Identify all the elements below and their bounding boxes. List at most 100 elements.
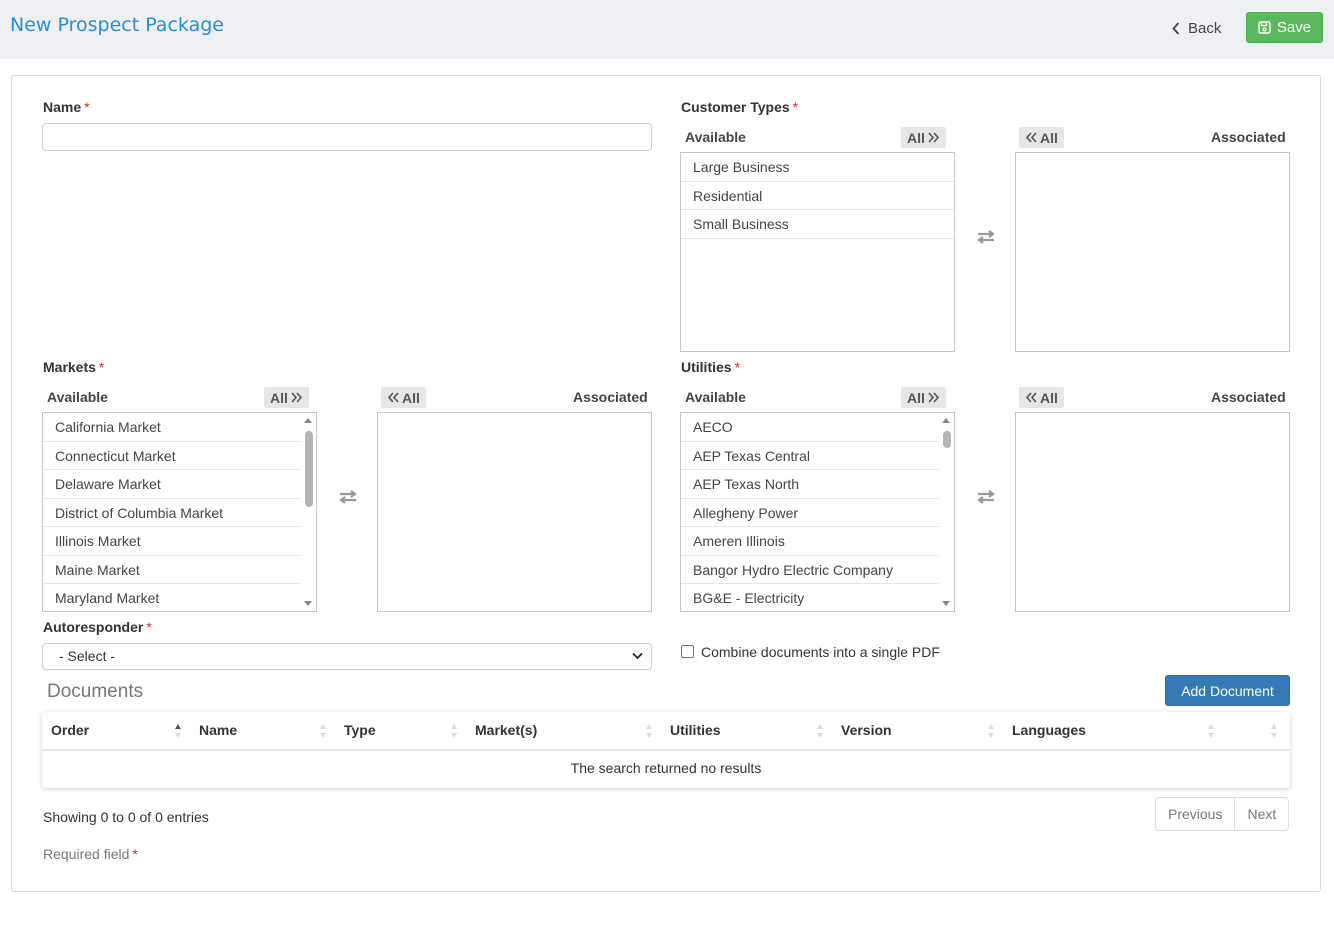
sort-icon[interactable]: [319, 723, 327, 739]
empty-table-message: The search returned no results: [570, 760, 762, 776]
list-item[interactable]: District of Columbia Market: [43, 499, 301, 527]
markets-associated-list[interactable]: [377, 412, 652, 612]
column-header-type[interactable]: Type: [344, 712, 376, 749]
save-label: Save: [1276, 19, 1312, 36]
next-page-button[interactable]: Next: [1234, 798, 1289, 830]
utilities-remove-all-button[interactable]: All: [1019, 387, 1064, 408]
previous-page-button[interactable]: Previous: [1156, 798, 1235, 830]
sort-icon[interactable]: [816, 723, 824, 739]
autoresponder-selected-value: - Select -: [59, 648, 116, 664]
scroll-down-arrow-icon[interactable]: [304, 601, 312, 606]
list-item[interactable]: Residential: [681, 182, 954, 210]
required-mark: *: [734, 359, 741, 375]
column-header-languages[interactable]: Languages: [1012, 712, 1086, 749]
list-item[interactable]: Connecticut Market: [43, 442, 301, 470]
column-header-order[interactable]: Order: [51, 712, 89, 749]
list-item[interactable]: Small Business: [681, 210, 954, 239]
list-item[interactable]: Large Business: [681, 153, 954, 182]
customer-types-available-label: Available: [685, 129, 746, 145]
double-chevron-left-icon: [387, 392, 399, 403]
list-item[interactable]: Maryland Market: [43, 584, 301, 611]
chevron-left-icon: [1172, 21, 1180, 35]
name-input[interactable]: [42, 123, 652, 151]
table-header-divider: [42, 749, 1290, 751]
customer-types-available-list[interactable]: Large Business Residential Small Busines…: [680, 152, 955, 352]
required-mark: *: [146, 619, 152, 635]
customer-types-associated-list[interactable]: [1015, 152, 1290, 352]
add-document-button[interactable]: Add Document: [1165, 675, 1290, 706]
save-button[interactable]: Save: [1246, 12, 1323, 43]
required-mark: *: [132, 846, 138, 862]
markets-label: Markets *: [43, 359, 105, 375]
required-mark: *: [98, 359, 105, 375]
floppy-disk-icon: [1258, 21, 1271, 34]
list-item[interactable]: California Market: [43, 413, 301, 442]
swap-arrows-icon[interactable]: [975, 489, 997, 505]
scroll-up-arrow-icon[interactable]: [942, 418, 950, 423]
sort-icon[interactable]: [1270, 723, 1278, 739]
list-item[interactable]: Bangor Hydro Electric Company: [681, 556, 939, 584]
swap-arrows-icon[interactable]: [337, 489, 359, 505]
sort-icon[interactable]: [450, 723, 458, 739]
page-title: New Prospect Package: [10, 14, 224, 36]
markets-available-list[interactable]: California Market Connecticut Market Del…: [42, 412, 317, 612]
scroll-up-arrow-icon[interactable]: [304, 418, 312, 423]
scrollbar-thumb[interactable]: [943, 431, 951, 448]
autoresponder-select[interactable]: - Select -: [42, 643, 652, 670]
list-item[interactable]: BG&E - Electricity: [681, 584, 939, 611]
required-mark: *: [84, 99, 90, 115]
double-chevron-right-icon: [928, 132, 939, 143]
customer-types-label: Customer Types *: [681, 99, 799, 115]
list-item[interactable]: AECO: [681, 413, 939, 442]
list-item[interactable]: Delaware Market: [43, 470, 301, 499]
table-info: Showing 0 to 0 of 0 entries: [43, 809, 209, 825]
double-chevron-left-icon: [1025, 132, 1037, 143]
column-header-name[interactable]: Name: [199, 712, 237, 749]
chevron-down-icon: [632, 652, 643, 660]
top-bar: New Prospect Package Back Save: [0, 0, 1334, 59]
scrollbar-thumb[interactable]: [305, 431, 313, 507]
list-item[interactable]: Maine Market: [43, 556, 301, 584]
scrollbar[interactable]: [301, 413, 316, 611]
name-label: Name *: [43, 99, 90, 115]
scroll-down-arrow-icon[interactable]: [942, 601, 950, 606]
column-header-version[interactable]: Version: [841, 712, 892, 749]
column-header-utilities[interactable]: Utilities: [670, 712, 721, 749]
markets-associated-label: Associated: [573, 389, 648, 405]
utilities-associated-list[interactable]: [1015, 412, 1290, 612]
back-button[interactable]: Back: [1166, 13, 1232, 43]
pagination: Previous Next: [1155, 797, 1290, 831]
list-item[interactable]: Ameren Illinois: [681, 527, 939, 556]
scrollbar[interactable]: [939, 413, 954, 611]
column-header-markets[interactable]: Market(s): [475, 712, 537, 749]
customer-types-associated-label: Associated: [1211, 129, 1286, 145]
back-label: Back: [1188, 19, 1222, 37]
list-item[interactable]: Allegheny Power: [681, 499, 939, 527]
swap-arrows-icon[interactable]: [975, 229, 997, 245]
list-item[interactable]: AEP Texas North: [681, 470, 939, 499]
combine-pdf-label: Combine documents into a single PDF: [701, 644, 940, 660]
documents-title: Documents: [47, 681, 144, 702]
list-item[interactable]: Illinois Market: [43, 527, 301, 556]
utilities-add-all-button[interactable]: All: [901, 387, 946, 408]
documents-table: Order Name Type Market(s) Utilities Vers…: [42, 712, 1290, 788]
sort-icon[interactable]: [1207, 723, 1215, 739]
sort-icon[interactable]: [645, 723, 653, 739]
list-item[interactable]: AEP Texas Central: [681, 442, 939, 470]
customer-types-remove-all-button[interactable]: All: [1019, 127, 1064, 148]
utilities-associated-label: Associated: [1211, 389, 1286, 405]
markets-remove-all-button[interactable]: All: [381, 387, 426, 408]
double-chevron-right-icon: [291, 392, 302, 403]
required-mark: *: [792, 99, 799, 115]
sort-ascending-icon[interactable]: [174, 723, 182, 739]
customer-types-add-all-button[interactable]: All: [901, 127, 946, 148]
utilities-label: Utilities *: [681, 359, 741, 375]
markets-add-all-button[interactable]: All: [264, 387, 309, 408]
combine-pdf-checkbox[interactable]: [681, 645, 694, 658]
utilities-available-list[interactable]: AECO AEP Texas Central AEP Texas North A…: [680, 412, 955, 612]
autoresponder-label: Autoresponder *: [43, 619, 152, 635]
required-field-note: Required field *: [43, 846, 138, 862]
sort-icon[interactable]: [987, 723, 995, 739]
double-chevron-left-icon: [1025, 392, 1037, 403]
utilities-available-label: Available: [685, 389, 746, 405]
